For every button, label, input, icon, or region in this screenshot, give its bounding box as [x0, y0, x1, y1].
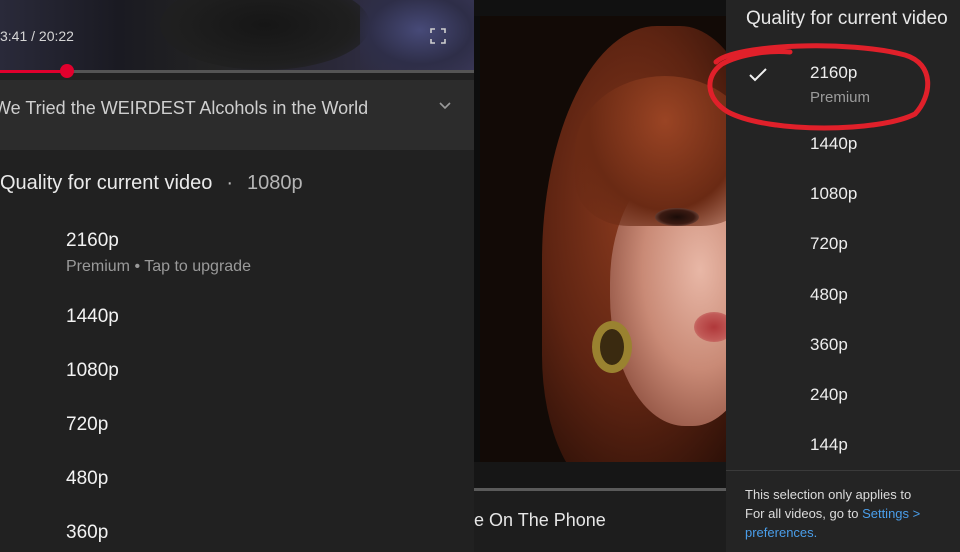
- quality-option-480p[interactable]: 480p: [810, 285, 848, 305]
- video-subject-earring: [592, 321, 632, 373]
- quality-option-144p[interactable]: 144p: [810, 435, 848, 455]
- mini-video-player[interactable]: 3:41 / 20:22: [0, 0, 474, 72]
- panel-divider: [726, 470, 960, 471]
- scrubber-knob[interactable]: [60, 64, 74, 78]
- quality-header: Quality for current video · 1080p: [0, 172, 303, 195]
- video-frame-dark: [160, 0, 370, 70]
- left-quality-panel: 3:41 / 20:22 We Tried the WEIRDEST Alcoh…: [0, 0, 474, 552]
- right-quality-panel: Quality for current video 2160p Premium …: [726, 0, 960, 552]
- quality-header-current: 1080p: [247, 172, 303, 194]
- selection-note: This selection only applies to For all v…: [745, 485, 960, 542]
- video-title: We Tried the WEIRDEST Alcohols in the Wo…: [0, 98, 369, 118]
- quality-option-1080p[interactable]: 1080p: [66, 360, 119, 382]
- quality-header-separator: ·: [226, 172, 233, 194]
- note-line-2: For all videos, go to Settings >: [745, 504, 960, 523]
- quality-option-2160p-sub: Premium • Tap to upgrade: [66, 258, 251, 275]
- quality-option-240p[interactable]: 240p: [810, 385, 848, 405]
- quality-option-1440p[interactable]: 1440p: [66, 306, 119, 328]
- video-frame-light: [360, 0, 474, 70]
- check-icon: [749, 68, 767, 82]
- quality-option-2160p[interactable]: 2160p: [66, 230, 119, 252]
- quality-option-2160p-sub: Premium: [810, 89, 871, 106]
- chevron-down-icon[interactable]: [437, 100, 453, 112]
- video-subject-eye: [655, 208, 699, 226]
- video-top-bar: [474, 0, 726, 16]
- quality-option-480p[interactable]: 480p: [66, 468, 108, 490]
- quality-header: Quality for current video: [746, 8, 948, 29]
- quality-option-720p[interactable]: 720p: [810, 234, 848, 254]
- video-caption: e On The Phone: [474, 510, 606, 530]
- video-subject-lips: [694, 312, 726, 342]
- video-frame[interactable]: [480, 16, 726, 462]
- quality-option-720p[interactable]: 720p: [66, 414, 108, 436]
- quality-option-1080p[interactable]: 1080p: [810, 184, 857, 204]
- preferences-link[interactable]: preferences.: [745, 523, 960, 542]
- note-line-1: This selection only applies to: [745, 487, 912, 502]
- video-bottom-bar: [474, 462, 726, 488]
- timecode: 3:41 / 20:22: [0, 28, 74, 44]
- quality-option-360p[interactable]: 360p: [66, 522, 108, 544]
- quality-option-2160p[interactable]: 2160p: [810, 63, 857, 83]
- settings-link[interactable]: Settings >: [862, 506, 920, 521]
- video-title-row[interactable]: We Tried the WEIRDEST Alcohols in the Wo…: [0, 80, 474, 150]
- quality-option-360p[interactable]: 360p: [810, 335, 848, 355]
- fullscreen-icon[interactable]: [430, 28, 446, 44]
- caption-divider: [474, 488, 726, 491]
- center-video-area: e On The Phone: [474, 0, 726, 552]
- note-line-2-prefix: For all videos, go to: [745, 506, 863, 521]
- quality-option-1440p[interactable]: 1440p: [810, 134, 857, 154]
- quality-header-label: Quality for current video: [0, 172, 213, 194]
